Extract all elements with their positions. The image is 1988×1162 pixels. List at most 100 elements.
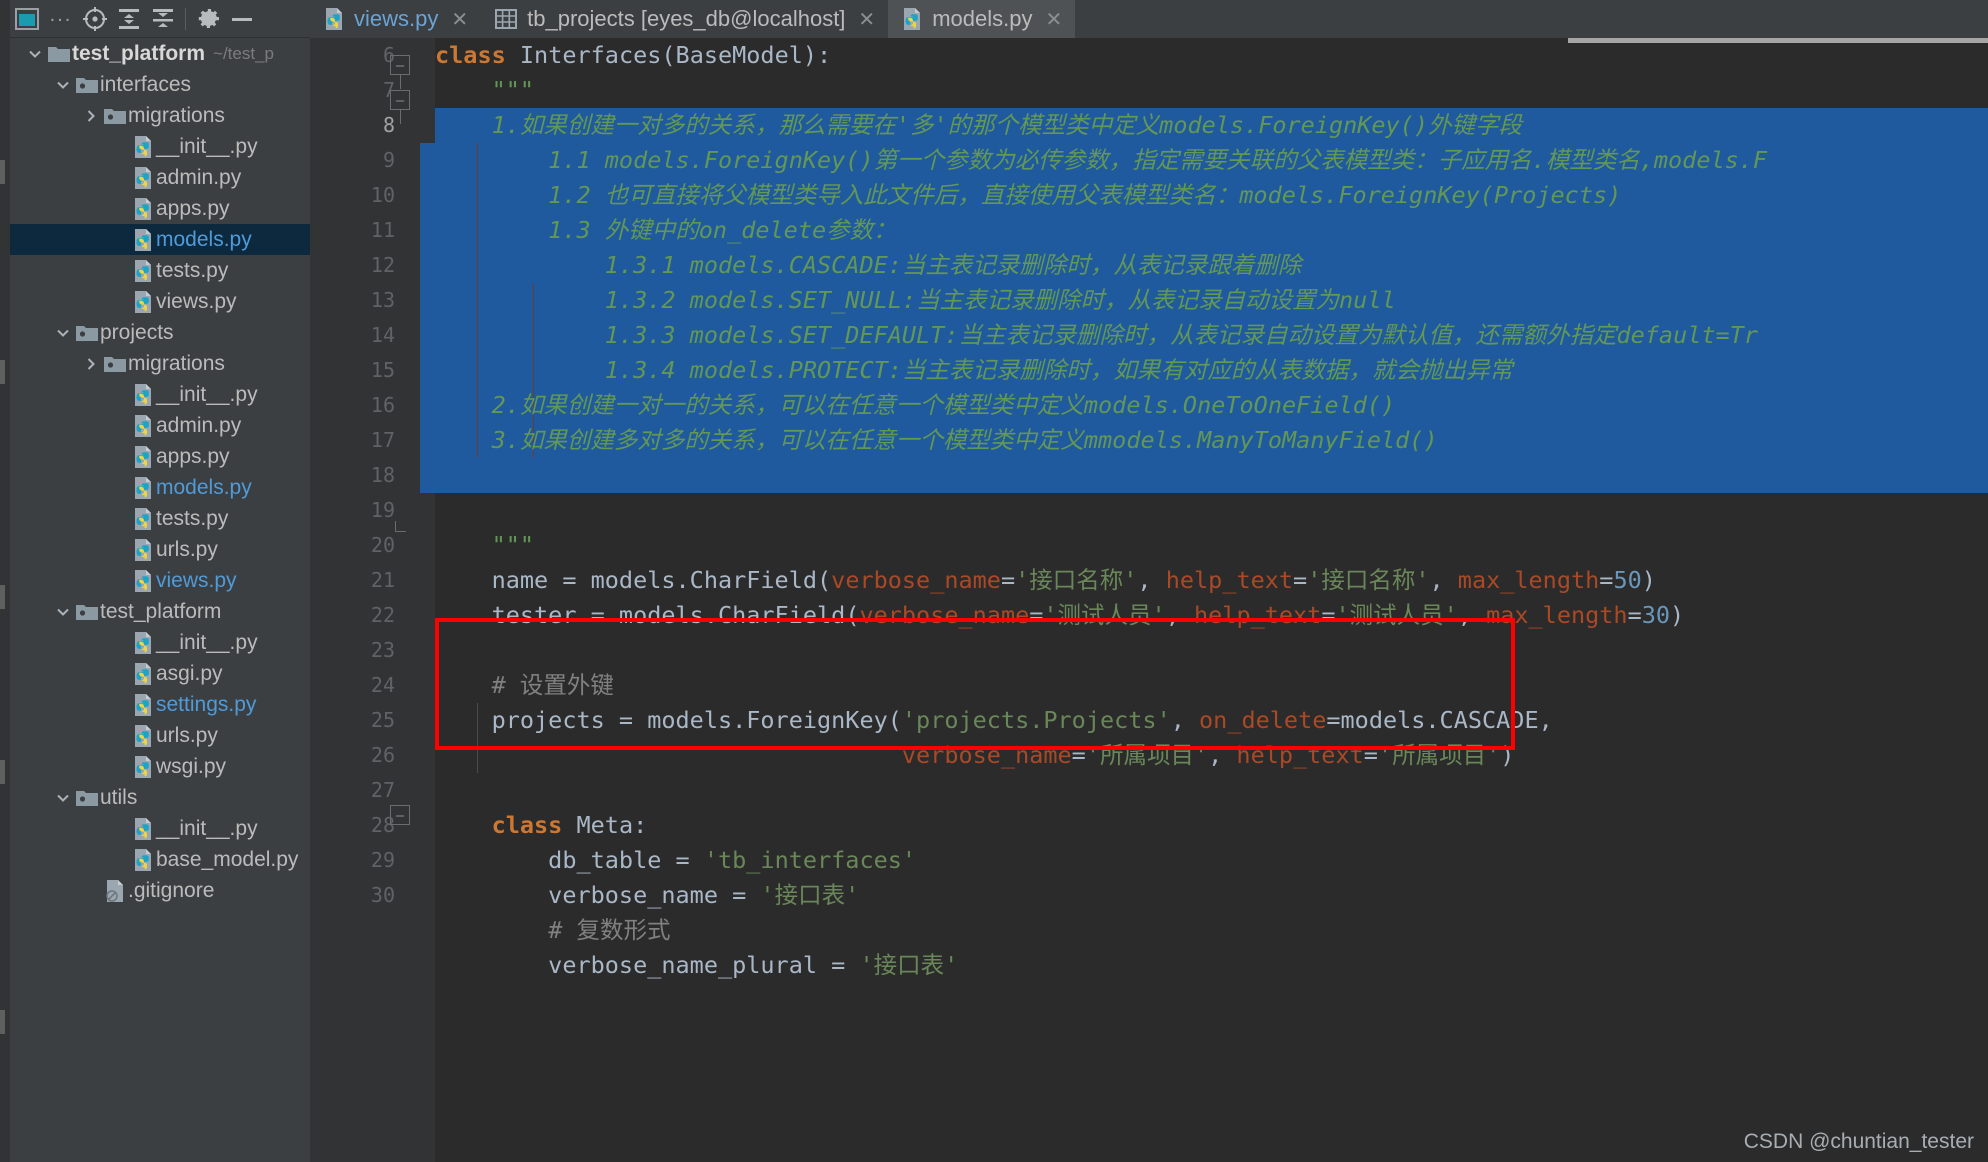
tree-item-tests-py[interactable]: tests.py xyxy=(10,255,310,286)
python-file-icon xyxy=(130,193,156,224)
close-icon[interactable]: ✕ xyxy=(1045,7,1062,32)
line-number-9: 9 xyxy=(382,148,395,172)
tree-item-test-platform[interactable]: test_platform xyxy=(10,596,310,627)
fold-marker-line-7[interactable]: – xyxy=(390,90,410,110)
locate-target-icon[interactable] xyxy=(78,2,112,36)
python-file-icon xyxy=(130,534,156,565)
folder-icon xyxy=(74,782,100,813)
tree-item-utils[interactable]: utils xyxy=(10,782,310,813)
code-content-area[interactable]: – – – class Interfaces(BaseModel): """ 1… xyxy=(390,38,1988,1162)
python-file-icon xyxy=(130,472,156,503)
tree-item-apps-py[interactable]: apps.py xyxy=(10,193,310,224)
tree-item-migrations[interactable]: migrations xyxy=(10,348,310,379)
folder-icon xyxy=(102,100,128,131)
tree-item-label: test_platform xyxy=(72,41,206,65)
python-file-icon xyxy=(130,286,156,317)
tree-item-init-py[interactable]: __init__.py xyxy=(10,131,310,162)
toolbar-divider xyxy=(185,7,186,30)
tab-tb-projects[interactable]: tb_projects [eyes_db@localhost] ✕ xyxy=(481,0,888,38)
tree-item-wsgi-py[interactable]: wsgi.py xyxy=(10,751,310,782)
fold-marker-line-27[interactable]: – xyxy=(390,805,410,825)
tree-item-init-py[interactable]: __init__.py xyxy=(10,813,310,844)
chevron-down-icon[interactable] xyxy=(52,69,74,100)
chevron-down-icon[interactable] xyxy=(52,782,74,813)
tree-item-path: ~/test_p xyxy=(213,43,274,63)
tree-item-migrations[interactable]: migrations xyxy=(10,100,310,131)
folder-icon xyxy=(74,596,100,627)
tree-item-admin-py[interactable]: admin.py xyxy=(10,162,310,193)
tree-item-label: tests.py xyxy=(156,506,229,530)
tree-item-projects[interactable]: projects xyxy=(10,317,310,348)
code-line-23: # 设置外键 xyxy=(491,671,614,699)
chevron-right-icon[interactable] xyxy=(80,348,102,379)
tree-item-init-py[interactable]: __init__.py xyxy=(10,379,310,410)
line-number-15: 15 xyxy=(370,358,395,382)
project-toolbar: ... xyxy=(10,0,310,38)
tree-item-label: admin.py xyxy=(156,165,242,189)
python-file-icon xyxy=(130,627,156,658)
tree-item-label: .gitignore xyxy=(128,878,215,902)
line-number-11: 11 xyxy=(370,218,395,242)
tab-views-py[interactable]: views.py ✕ xyxy=(310,0,481,38)
python-file-icon xyxy=(130,441,156,472)
code-editor[interactable]: 6 7 8 9 10 11 12 13 14 15 16 17 18 19 20 21 22 23 24 25 26 27… xyxy=(310,38,1988,1162)
project-file-tree[interactable]: test_platform ~/test_p interfaces migration… xyxy=(10,38,310,1162)
chevron-right-icon[interactable] xyxy=(80,100,102,131)
tree-item-asgi-py[interactable]: asgi.py xyxy=(10,658,310,689)
chevron-down-icon[interactable] xyxy=(52,596,74,627)
collapse-all-icon[interactable] xyxy=(146,2,180,36)
tree-item-label: base_model.py xyxy=(156,847,299,871)
editor-tab-bar[interactable]: views.py ✕ tb_projects [eyes_db@localhost]… xyxy=(310,0,1988,38)
line-number-21: 21 xyxy=(370,568,395,592)
python-file-icon xyxy=(130,844,156,875)
tree-item-label: tests.py xyxy=(156,258,229,282)
code-line-20: name = models.CharField(verbose_name='接口… xyxy=(435,566,1656,594)
close-icon[interactable]: ✕ xyxy=(858,7,875,32)
python-file-icon xyxy=(130,379,156,410)
expand-all-icon[interactable] xyxy=(112,2,146,36)
tree-item-label: models.py xyxy=(156,475,252,499)
more-options-label: ... xyxy=(49,3,73,26)
fold-marker-line-6[interactable]: – xyxy=(390,55,410,75)
tree-item-test-platform[interactable]: test_platform ~/test_p xyxy=(10,38,310,69)
tree-item-urls-py[interactable]: urls.py xyxy=(10,720,310,751)
tree-item-label: asgi.py xyxy=(156,661,223,685)
tree-item-urls-py[interactable]: urls.py xyxy=(10,534,310,565)
tree-item-interfaces[interactable]: interfaces xyxy=(10,69,310,100)
tree-item-gitignore[interactable]: .gitignore xyxy=(10,875,310,906)
project-window-icon[interactable] xyxy=(10,2,44,36)
tree-item-init-py[interactable]: __init__.py xyxy=(10,627,310,658)
tree-item-models-py[interactable]: models.py xyxy=(10,472,310,503)
tree-item-label: apps.py xyxy=(156,444,230,468)
strip-mark-1 xyxy=(0,160,5,184)
minimize-icon[interactable] xyxy=(225,2,259,36)
tree-item-label: __init__.py xyxy=(156,630,258,654)
tree-item-tests-py[interactable]: tests.py xyxy=(10,503,310,534)
python-file-icon xyxy=(130,410,156,441)
tree-item-models-py[interactable]: models.py xyxy=(10,224,310,255)
tree-item-apps-py[interactable]: apps.py xyxy=(10,441,310,472)
tree-item-views-py[interactable]: views.py xyxy=(10,286,310,317)
chevron-down-icon[interactable] xyxy=(52,317,74,348)
python-file-icon xyxy=(323,7,345,31)
code-line-9: 1.1 models.ForeignKey()第一个参数为必传参数，指定需要关联… xyxy=(435,146,1768,174)
tree-item-label: models.py xyxy=(156,227,252,251)
tree-item-settings-py[interactable]: settings.py xyxy=(10,689,310,720)
line-number-18: 18 xyxy=(370,463,395,487)
left-tool-strip[interactable] xyxy=(0,0,10,1162)
selection-highlight-line-17 xyxy=(420,458,1988,493)
code-line-11: 1.3 外键中的on_delete参数： xyxy=(435,216,897,244)
tree-item-views-py[interactable]: views.py xyxy=(10,565,310,596)
tab-models-py[interactable]: models.py ✕ xyxy=(888,0,1076,38)
close-icon[interactable]: ✕ xyxy=(451,7,468,32)
tree-item-label: interfaces xyxy=(100,72,192,96)
tree-item-admin-py[interactable]: admin.py xyxy=(10,410,310,441)
chevron-down-icon[interactable] xyxy=(24,38,46,69)
more-options-button[interactable]: ... xyxy=(44,2,78,36)
folder-icon xyxy=(74,317,100,348)
strip-mark-4 xyxy=(0,760,5,784)
gear-icon[interactable] xyxy=(191,2,225,36)
tree-item-base-model-py[interactable]: base_model.py xyxy=(10,844,310,875)
code-line-10: 1.2 也可直接将父模型类导入此文件后，直接使用父表模型类名：models.Fo… xyxy=(435,181,1622,209)
code-line-15: 1.3.4 models.PROTECT:当主表记录删除时，如果有对应的从表数据… xyxy=(435,356,1513,384)
